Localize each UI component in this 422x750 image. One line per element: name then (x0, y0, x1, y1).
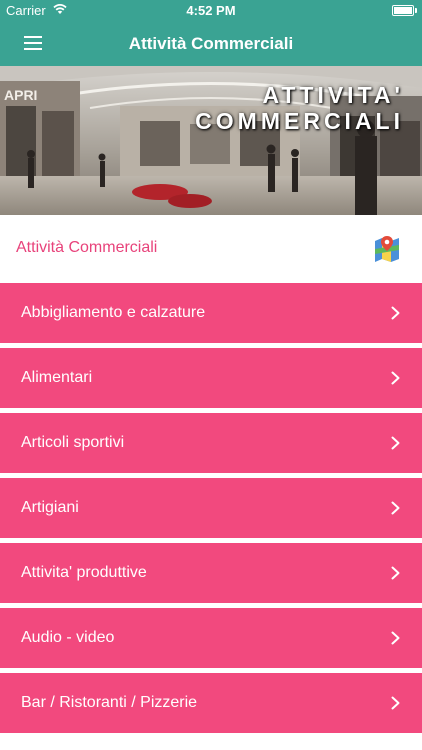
category-list-item[interactable]: Abbigliamento e calzature (0, 283, 422, 343)
section-header: Attività Commerciali (0, 215, 422, 283)
category-list-item[interactable]: Artigiani (0, 478, 422, 538)
category-label: Bar / Ristoranti / Pizzerie (21, 694, 198, 711)
clock: 4:52 PM (186, 3, 236, 18)
banner-caption: ATTIVITA' COMMERCIALI (195, 82, 404, 134)
category-list: Abbigliamento e calzature Alimentari Artic… (0, 283, 422, 738)
chevron-right-icon (391, 696, 400, 710)
chevron-right-icon (391, 566, 400, 580)
category-label: Alimentari (21, 369, 93, 386)
status-bar: Carrier 4:52 PM (0, 0, 422, 22)
banner-caption-line2: COMMERCIALI (195, 108, 404, 134)
navigation-bar: Attività Commerciali (0, 22, 422, 66)
chevron-right-icon (391, 371, 400, 385)
category-label: Attivita' produttive (21, 564, 147, 581)
section-title: Attività Commerciali (16, 239, 158, 256)
battery-icon (392, 5, 417, 16)
category-list-item[interactable]: Bar / Ristoranti / Pizzerie (0, 673, 422, 733)
map-icon[interactable] (374, 235, 400, 263)
banner-image: APRI ATTIVITA' COMMERCIALI (0, 66, 422, 215)
category-label: Artigiani (21, 499, 79, 516)
chevron-right-icon (391, 306, 400, 320)
category-label: Articoli sportivi (21, 434, 125, 451)
banner-caption-line1: ATTIVITA' (262, 82, 404, 108)
category-list-item[interactable]: Audio - video (0, 608, 422, 668)
category-label: Abbigliamento e calzature (21, 304, 206, 321)
chevron-right-icon (391, 436, 400, 450)
category-label: Audio - video (21, 629, 115, 646)
category-list-item[interactable]: Attivita' produttive (0, 543, 422, 603)
category-list-item[interactable]: Articoli sportivi (0, 413, 422, 473)
page-title: Attività Commerciali (128, 34, 294, 53)
battery-level (394, 7, 412, 14)
chevron-right-icon (391, 501, 400, 515)
chevron-right-icon (391, 631, 400, 645)
svg-text:APRI: APRI (4, 87, 37, 103)
category-list-item[interactable]: Alimentari (0, 348, 422, 408)
